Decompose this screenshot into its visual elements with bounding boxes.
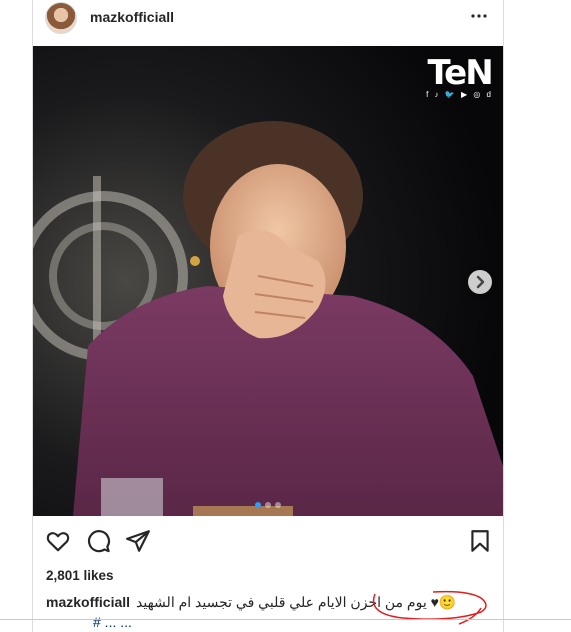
post-actions xyxy=(33,516,503,564)
avatar[interactable] xyxy=(45,2,77,34)
video-frame-image xyxy=(33,46,503,516)
channel-watermark: TeN f ♪ 🐦 ▶ ◎ d xyxy=(426,53,494,99)
carousel-next-button[interactable] xyxy=(468,270,492,294)
instagram-post: mazkofficiall TeN f ♪ 🐦 ▶ ◎ d 2,801 like… xyxy=(32,0,504,632)
carousel-dot xyxy=(265,502,271,508)
heart-icon[interactable] xyxy=(45,528,71,554)
carousel-dot xyxy=(255,502,261,508)
caption-hashtags[interactable]: # ... ... xyxy=(93,614,132,630)
post-username[interactable]: mazkofficiall xyxy=(90,9,174,25)
carousel-dot xyxy=(275,502,281,508)
comment-icon[interactable] xyxy=(85,528,111,554)
post-media[interactable]: TeN f ♪ 🐦 ▶ ◎ d xyxy=(33,46,503,516)
page-divider xyxy=(0,619,571,620)
chevron-right-icon xyxy=(476,275,485,289)
red-annotation-mark xyxy=(372,590,487,625)
post-header: mazkofficiall xyxy=(33,0,503,46)
bookmark-icon[interactable] xyxy=(467,528,493,554)
likes-count[interactable]: 2,801 likes xyxy=(46,568,114,583)
more-horizontal-icon[interactable] xyxy=(469,8,489,24)
paper-plane-icon[interactable] xyxy=(125,528,151,554)
caption-username[interactable]: mazkofficiall xyxy=(46,594,130,610)
carousel-indicator xyxy=(255,495,285,513)
